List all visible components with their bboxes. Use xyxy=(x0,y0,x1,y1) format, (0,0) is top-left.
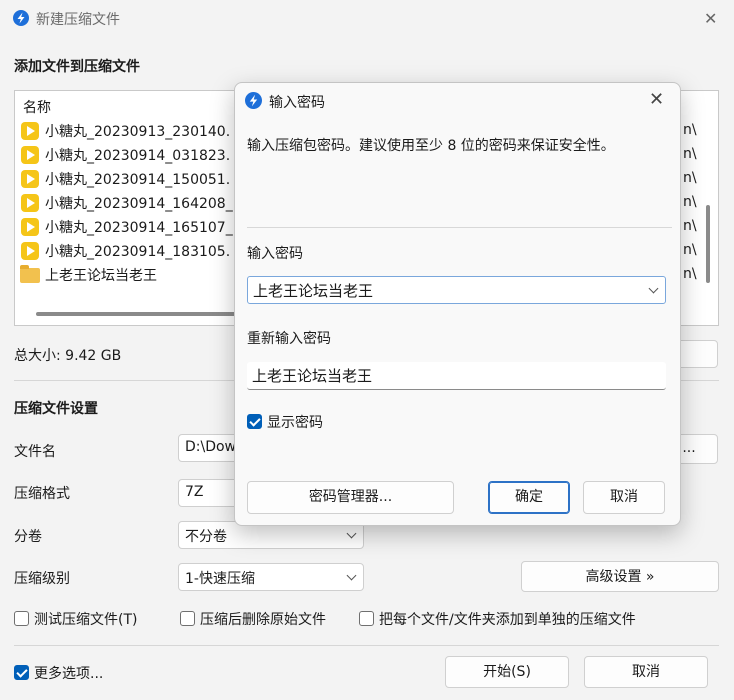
dialog-cancel-button[interactable]: 取消 xyxy=(583,481,665,514)
file-name: 小糖丸_20230914_164208_ xyxy=(45,196,233,212)
path-fragment: n\ xyxy=(683,146,697,162)
reenter-password-input[interactable]: 上老王论坛当老王 xyxy=(247,362,666,390)
show-password-label[interactable]: 显示密码 xyxy=(267,412,323,432)
level-select[interactable]: 1-快速压缩 xyxy=(178,563,364,591)
dialog-divider xyxy=(247,227,672,228)
ok-button[interactable]: 确定 xyxy=(488,481,570,514)
video-file-icon xyxy=(21,194,39,212)
file-row[interactable]: 小糖丸_20230914_164208_ xyxy=(19,192,259,214)
window-close-icon[interactable]: ✕ xyxy=(704,9,717,28)
archive-settings-title: 压缩文件设置 xyxy=(14,401,98,417)
file-name: 小糖丸_20230914_150051. xyxy=(45,172,231,188)
dialog-bolt-icon xyxy=(245,92,262,109)
window-title: 新建压缩文件 xyxy=(36,12,120,28)
horizontal-scrollbar[interactable] xyxy=(36,312,236,316)
level-label: 压缩级别 xyxy=(14,571,70,587)
add-files-title: 添加文件到压缩文件 xyxy=(14,59,140,75)
video-file-icon xyxy=(21,242,39,260)
file-row[interactable]: 小糖丸_20230913_230140. xyxy=(19,120,259,142)
path-fragment: n\ xyxy=(683,266,697,282)
password-label: 输入密码 xyxy=(247,246,303,262)
path-fragment: n\ xyxy=(683,170,697,186)
file-name: 小糖丸_20230914_183105. xyxy=(45,244,231,260)
cancel-button[interactable]: 取消 xyxy=(584,656,708,688)
format-label: 压缩格式 xyxy=(14,486,70,502)
each-separate-checkbox[interactable] xyxy=(359,611,374,626)
file-row[interactable]: 小糖丸_20230914_150051. xyxy=(19,168,259,190)
password-dialog: 输入密码 ✕ 输入压缩包密码。建议使用至少 8 位的密码来保证安全性。 输入密码… xyxy=(234,82,681,526)
test-archive-checkbox[interactable] xyxy=(14,611,29,626)
delete-after-checkbox[interactable] xyxy=(180,611,195,626)
file-name: 小糖丸_20230914_031823. xyxy=(45,148,231,164)
dialog-close-icon[interactable]: ✕ xyxy=(649,89,664,110)
file-row[interactable]: 上老王论坛当老王 xyxy=(19,264,259,286)
dialog-description: 输入压缩包密码。建议使用至少 8 位的密码来保证安全性。 xyxy=(247,138,615,154)
video-file-icon xyxy=(21,170,39,188)
filename-label: 文件名 xyxy=(14,444,56,460)
test-archive-label[interactable]: 测试压缩文件(T) xyxy=(34,609,137,629)
path-fragment: n\ xyxy=(683,194,697,210)
file-name: 上老王论坛当老王 xyxy=(45,268,157,284)
file-name: 小糖丸_20230913_230140. xyxy=(45,124,231,140)
video-file-icon xyxy=(21,146,39,164)
video-file-icon xyxy=(21,122,39,140)
password-manager-button[interactable]: 密码管理器... xyxy=(247,481,454,514)
column-header-name[interactable]: 名称 xyxy=(23,97,51,117)
path-fragment: n\ xyxy=(683,122,697,138)
video-file-icon xyxy=(21,218,39,236)
advanced-settings-button[interactable]: 高级设置 » xyxy=(521,561,719,592)
more-options-label[interactable]: 更多选项... xyxy=(34,663,103,683)
more-options-checkbox[interactable] xyxy=(14,665,29,680)
vertical-scrollbar[interactable] xyxy=(706,205,710,283)
delete-after-label[interactable]: 压缩后删除原始文件 xyxy=(200,609,326,629)
start-button[interactable]: 开始(S) xyxy=(445,656,569,688)
reenter-password-label: 重新输入密码 xyxy=(247,331,331,347)
show-password-checkbox[interactable] xyxy=(247,414,262,429)
password-input[interactable]: 上老王论坛当老王 xyxy=(247,276,666,304)
divider xyxy=(14,645,719,646)
volume-label: 分卷 xyxy=(14,529,42,545)
each-separate-label[interactable]: 把每个文件/文件夹添加到单独的压缩文件 xyxy=(379,609,636,629)
file-row[interactable]: 小糖丸_20230914_183105. xyxy=(19,240,259,262)
path-fragment: n\ xyxy=(683,242,697,258)
path-fragment: n\ xyxy=(683,218,697,234)
folder-icon xyxy=(20,265,40,283)
file-name: 小糖丸_20230914_165107_ xyxy=(45,220,233,236)
window-titlebar: 新建压缩文件 ✕ xyxy=(0,0,734,38)
total-size: 总大小: 9.42 GB xyxy=(14,348,122,364)
dialog-title: 输入密码 xyxy=(269,95,325,111)
file-row[interactable]: 小糖丸_20230914_031823. xyxy=(19,144,259,166)
app-bolt-icon xyxy=(13,10,29,26)
file-row[interactable]: 小糖丸_20230914_165107_ xyxy=(19,216,259,238)
